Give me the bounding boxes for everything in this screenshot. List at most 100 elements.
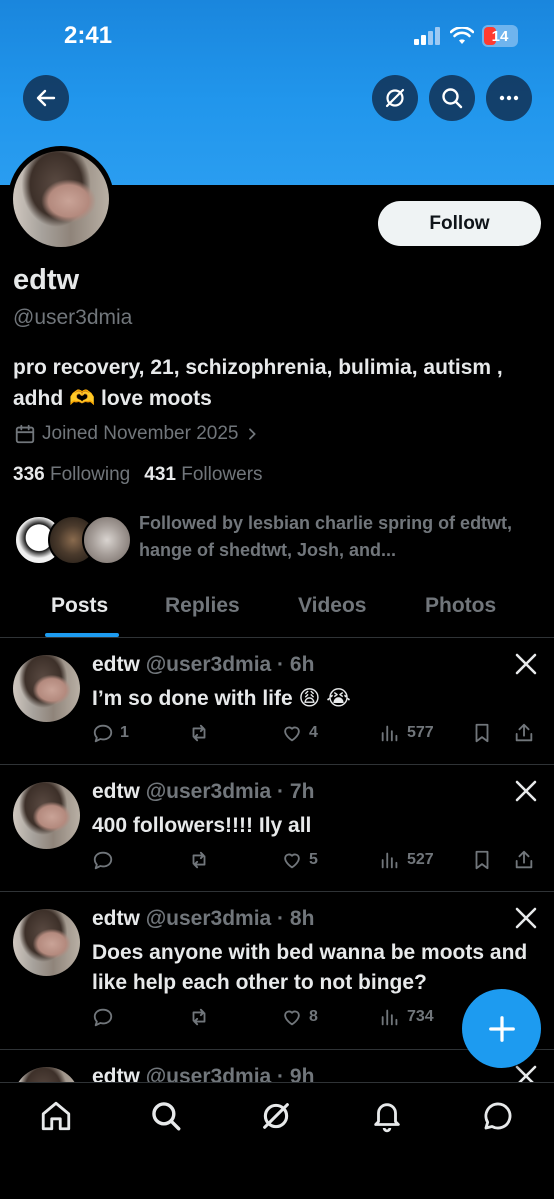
reply-button[interactable]: 1 <box>92 722 129 744</box>
bookmark-icon <box>475 723 489 743</box>
following-label: Following <box>49 464 131 485</box>
followers-label: Followers <box>181 464 263 485</box>
views-button[interactable]: 527 <box>379 849 434 871</box>
post[interactable]: edtw @user3dmia · 6h I’m so done with li… <box>0 638 554 765</box>
post-meta: edtw @user3dmia · 7h <box>92 780 315 803</box>
like-button[interactable]: 8 <box>281 1006 318 1028</box>
home-icon <box>41 1101 71 1131</box>
like-button[interactable]: 5 <box>281 849 318 871</box>
tab-photos[interactable]: Photos <box>425 594 496 618</box>
post-author-handle: @user3dmia <box>145 907 272 930</box>
post-author-handle: @user3dmia <box>145 653 272 676</box>
post-time: 7h <box>289 780 315 803</box>
repost-icon <box>192 724 206 742</box>
profile-avatar[interactable] <box>8 146 114 252</box>
search-button[interactable] <box>429 75 475 121</box>
post-meta: edtw @user3dmia · 9h <box>92 1065 314 1082</box>
like-count: 4 <box>309 724 318 741</box>
reply-icon <box>93 851 113 870</box>
like-count: 8 <box>309 1008 318 1025</box>
post-author-name: edtw <box>92 780 140 803</box>
wifi-icon <box>450 27 474 44</box>
heart-icon <box>284 1010 300 1026</box>
like-count: 5 <box>309 851 318 868</box>
repost-icon <box>192 851 206 869</box>
post-actions: 5 527 <box>92 849 542 873</box>
back-button[interactable] <box>23 75 69 121</box>
post-time: 8h <box>289 907 315 930</box>
follow-button[interactable]: Follow <box>378 201 541 246</box>
reply-button[interactable] <box>92 1006 120 1028</box>
views-button[interactable]: 734 <box>379 1006 434 1028</box>
search-icon <box>442 88 463 109</box>
post-author-handle: @user3dmia <box>145 780 272 803</box>
repost-button[interactable] <box>188 722 216 744</box>
profile-handle: @user3dmia <box>13 306 133 329</box>
active-tab-indicator <box>45 633 119 637</box>
post-avatar[interactable] <box>13 782 80 849</box>
post-author-name: edtw <box>92 907 140 930</box>
repost-button[interactable] <box>188 1006 216 1028</box>
post-author-name: edtw <box>92 1065 140 1082</box>
post-text: 400 followers!!!! Ily all <box>92 814 312 837</box>
more-icon <box>499 95 519 101</box>
signal-icon <box>414 27 440 45</box>
post-avatar[interactable] <box>13 909 80 976</box>
post[interactable]: edtw @user3dmia · 9h <box>0 1050 554 1082</box>
bookmark-icon <box>475 850 489 870</box>
repost-button[interactable] <box>188 849 216 871</box>
nav-home[interactable] <box>39 1099 73 1133</box>
arrow-left-icon <box>36 89 56 107</box>
like-button[interactable]: 4 <box>281 722 318 744</box>
post-avatar[interactable] <box>13 1067 80 1082</box>
nav-search[interactable] <box>149 1099 183 1133</box>
post[interactable]: edtw @user3dmia · 7h 400 followers!!!! I… <box>0 765 554 892</box>
tab-replies[interactable]: Replies <box>165 594 240 618</box>
share-icon <box>515 850 533 869</box>
following-link[interactable]: 336 Following <box>13 464 130 486</box>
grok-button[interactable] <box>372 75 418 121</box>
followed-by-text[interactable]: Followed by lesbian charlie spring of ed… <box>139 510 519 564</box>
messages-icon <box>484 1102 512 1130</box>
post-actions: 1 4 577 <box>92 722 542 746</box>
followed-by-avatars[interactable] <box>14 515 132 565</box>
bookmark-button[interactable] <box>471 722 493 744</box>
view-count: 734 <box>407 1008 434 1025</box>
views-icon <box>381 1009 398 1026</box>
nav-messages[interactable] <box>481 1099 515 1133</box>
battery-indicator: 14 <box>482 25 518 47</box>
repost-icon <box>192 1008 206 1026</box>
post-text: I’m so done with life 😩 😭 <box>92 687 351 710</box>
compose-post-button[interactable] <box>462 989 541 1068</box>
x-logo-icon <box>515 1065 537 1082</box>
views-icon <box>381 852 398 869</box>
share-button[interactable] <box>513 722 535 744</box>
nav-grok[interactable] <box>259 1099 293 1133</box>
views-button[interactable]: 577 <box>379 722 434 744</box>
followers-link[interactable]: 431 Followers <box>144 464 262 486</box>
tab-posts[interactable]: Posts <box>51 594 108 618</box>
bookmark-button[interactable] <box>471 849 493 871</box>
bottom-navigation <box>0 1082 554 1199</box>
heart-icon <box>284 853 300 869</box>
search-icon <box>152 1102 181 1131</box>
views-icon <box>381 725 398 742</box>
joined-text: Joined November 2025 <box>42 423 239 444</box>
heart-icon <box>284 726 300 742</box>
calendar-icon <box>15 424 35 444</box>
joined-date[interactable]: Joined November 2025 <box>14 423 260 445</box>
tab-videos[interactable]: Videos <box>298 594 366 618</box>
view-count: 577 <box>407 724 434 741</box>
reply-button[interactable] <box>92 849 120 871</box>
profile-tabs: Posts Replies Videos Photos <box>0 580 554 638</box>
reply-icon <box>93 724 113 743</box>
plus-icon <box>488 1015 515 1042</box>
x-logo-icon <box>515 907 537 929</box>
post-meta: edtw @user3dmia · 6h <box>92 653 315 676</box>
more-button[interactable] <box>486 75 532 121</box>
post-avatar[interactable] <box>13 655 80 722</box>
share-button[interactable] <box>513 849 535 871</box>
x-logo-icon <box>515 780 537 802</box>
nav-notifications[interactable] <box>370 1099 404 1133</box>
post-author-name: edtw <box>92 653 140 676</box>
